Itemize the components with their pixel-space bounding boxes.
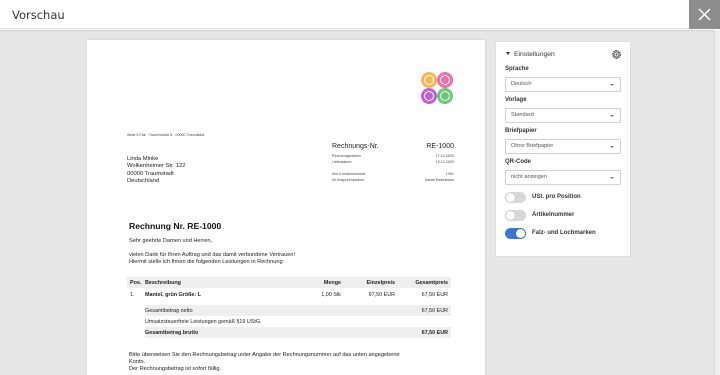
table-header: Pos. Beschreibung Menge Einzelpreis Gesa… [127, 277, 451, 288]
intro-line: Hiermit stelle ich Ihnen die folgenden L… [129, 259, 285, 266]
net-total-value: 67,50 EUR [421, 307, 448, 314]
article-number-toggle[interactable] [505, 209, 526, 221]
toggle-row-vat-per-position: USt. pro Position [505, 191, 581, 203]
sender-line: Wear It Fair · Traumstraße 5 · 00000 Tra… [127, 133, 205, 137]
recipient-street: Wolkenheimer Str. 122 [127, 163, 186, 170]
vat-per-position-toggle[interactable] [505, 191, 526, 203]
settings-header[interactable]: Einstellungen [506, 51, 555, 58]
intro-text: vielen Dank für Ihren Auftrag und das da… [129, 252, 295, 266]
toggle-row-article-number: Artikelnummer [505, 209, 574, 221]
cell-total: 67,50 EUR [421, 292, 448, 298]
qr-code-select[interactable]: nicht anzeigen [505, 170, 621, 185]
chevron-down-icon [610, 84, 614, 86]
chevron-down-icon [610, 177, 614, 179]
meta-label: Ihr Ansprechpartner [332, 178, 365, 183]
invoice-number-value: RE-1000 [426, 143, 454, 150]
meta-label: Lieferdatum [332, 160, 352, 165]
recipient-country: Deutschland [127, 178, 160, 185]
qr-code-label: QR-Code [505, 159, 531, 165]
vertical-scrollbar[interactable] [714, 30, 720, 375]
close-button[interactable] [689, 0, 720, 29]
chevron-down-icon [610, 146, 614, 148]
column-header: Einzelpreis [366, 279, 395, 286]
vat-note-row: Umsatzsteuerfreie Leistungen gemäß §19 U… [145, 316, 451, 327]
template-value: Standard [511, 112, 534, 118]
caret-down-icon [506, 52, 510, 55]
template-select[interactable]: Standard [505, 108, 621, 123]
close-icon [698, 8, 711, 21]
letterhead-select[interactable]: Ohne Briefpapier [505, 139, 621, 154]
recipient-address: Linda Minke Wolkenheimer Str. 122 00000 … [127, 156, 186, 186]
cell-unit: 67,50 EUR [368, 292, 395, 298]
net-total-label: Gesamtbetrag netto [145, 307, 193, 314]
language-value: Deutsch [511, 81, 532, 87]
toggle-label: Artikelnummer [532, 212, 575, 218]
greeting: Sehr geehrte Damen und Herren, [129, 238, 213, 244]
gross-total-row: Gesamtbetrag brutto 67,50 EUR [145, 327, 451, 338]
cell-pos: 1. [130, 292, 135, 298]
recipient-city: 00000 Traumstadt [127, 170, 174, 177]
company-logo [421, 72, 453, 104]
toggle-label: USt. pro Position [532, 194, 581, 200]
toggle-row-fold-marks: Falz- und Lochmarken [505, 227, 596, 239]
invoice-document: Wear It Fair · Traumstraße 5 · 00000 Tra… [87, 40, 485, 375]
template-label: Vorlage [505, 97, 527, 103]
meta-value: 15.12.2020 [435, 160, 454, 165]
gross-total-label: Gesamtbetrag brutto [145, 329, 199, 336]
qr-code-value: nicht anzeigen [511, 174, 548, 180]
closing-text: Bitte überweisen Sie den Rechnungsbetrag… [129, 352, 400, 374]
cell-desc: Mantel, grün Größe: L [145, 292, 202, 298]
closing-line: Der Rechnungsbetrag ist sofort fällig. [129, 366, 222, 373]
gear-icon[interactable] [611, 49, 622, 60]
toggle-label: Falz- und Lochmarken [532, 230, 596, 236]
gross-total-value: 67,50 EUR [421, 329, 448, 336]
letterhead-value: Ohne Briefpapier [511, 143, 554, 149]
dialog-title: Vorschau [12, 8, 65, 22]
closing-line: Bitte überweisen Sie den Rechnungsbetrag… [129, 352, 400, 358]
column-header: Pos. [130, 279, 142, 286]
column-header: Gesamtpreis [415, 279, 448, 286]
settings-header-label: Einstellungen [514, 51, 555, 58]
settings-panel: Einstellungen Sprache Deutsch Vorlage St… [495, 41, 631, 257]
dialog-titlebar: Vorschau [0, 0, 720, 29]
language-select[interactable]: Deutsch [505, 77, 621, 92]
fold-marks-toggle[interactable] [505, 227, 526, 239]
invoice-number-label: Rechnungs-Nr. [332, 143, 379, 150]
table-row: 1. Mantel, grün Größe: L 1,00 Stk 67,50 … [127, 288, 451, 302]
chevron-down-icon [610, 115, 614, 117]
vat-note: Umsatzsteuerfreie Leistungen gemäß §19 U… [145, 318, 262, 325]
line-items-table: Pos. Beschreibung Menge Einzelpreis Gesa… [127, 277, 451, 338]
invoice-heading: Rechnung Nr. RE-1000 [129, 221, 222, 231]
cell-qty: 1,00 Stk [321, 292, 341, 298]
intro-line: vielen Dank für Ihren Auftrag und das da… [129, 252, 296, 258]
invoice-meta: Rechnungs-Nr. RE-1000 Rechnungsdatum 17.… [332, 143, 454, 184]
column-header: Beschreibung [145, 279, 181, 286]
letterhead-label: Briefpapier [505, 128, 537, 134]
meta-value: Daniel Beierbaum [424, 178, 454, 183]
net-total-row: Gesamtbetrag netto 67,50 EUR [145, 305, 451, 316]
recipient-name: Linda Minke [127, 156, 159, 162]
column-header: Menge [323, 279, 341, 286]
closing-line: Konto. [129, 359, 146, 366]
language-label: Sprache [505, 66, 529, 72]
